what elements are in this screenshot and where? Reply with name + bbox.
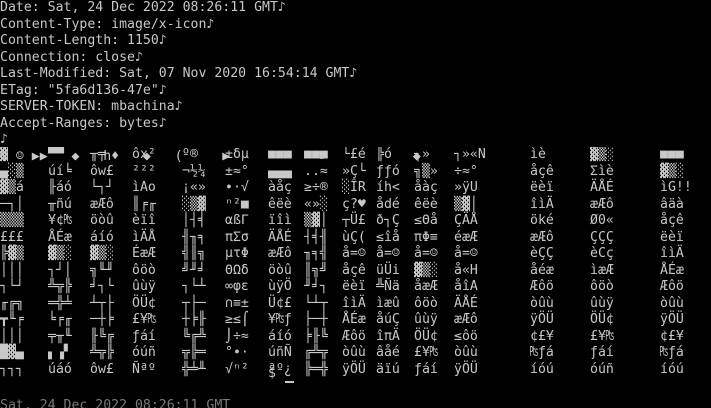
binary-column: ìè åçê ëèï îìÄ öké æÆô èÇÇ åéæ Æôö òûù ÿ… [530,147,554,377]
binary-column: ■■■ ▄▄▄ àåç êëè ïîì ÄÅÉ æÆô öòû ùÿÖ Ü¢£ … [268,147,292,377]
header-line: ETag: "5fa6d136-47e"♪ [0,82,167,98]
prompt-text: $ [268,366,284,381]
header-line: Content-Length: 1150♪ [0,33,167,48]
status-line: Sat, 24 Dec 2022 08:26:11 GMT [0,395,711,408]
binary-column: ┐»«Ñ ÷≈° »ÿU ▒▓│ ÇÄÅ éæÆ å=☺ å«H åîA ÄÅÉ… [454,147,486,377]
header-line: Last-Modified: Sat, 07 Nov 2020 16:54:14… [0,66,358,81]
binary-column: └£é »Ç└ ░ÎR ç?♥ ┬Ü£ ùÇ( å=☺ åçê ëèï îìÄ … [342,147,366,377]
header-line: SERVER-TOKEN: mbachina♪ [0,99,183,114]
binary-output: ▓ ▄░▒ ▓▒á ─┐│ ▒▒▒ £££ ╠▓▒ │││ ┐└┘ ╓╔╗ ┳╙… [0,147,711,380]
header-line: Connection: close♪ [0,49,143,65]
header-line: Content-Type: image/x-icon♪ [0,16,215,32]
text-cursor [284,380,294,383]
header-line: Accept-Ranges: bytes♪ [0,115,167,131]
binary-column: ┐» ╗▒» åàç êëè ≤Θå πΦ≡ å=☺ ▓▒░ åæÆ ôöò û… [414,147,438,377]
shell-prompt[interactable]: $ [268,366,294,383]
binary-column: ▓▒░ Σìè ÄÅÉ æÆô Ø0« ÇÇÇ èCç ìæÆ ôöò ûùÿ … [590,147,614,377]
binary-column: ôx² ²²² ìAo ║╒╓ èïî ìÄÅ ÉæÆ ôöò ûùÿ ÖÜ¢ … [132,147,156,377]
binary-column: ■■■ ▓▒░ ìG!! âäà åçê ëèï îìÄ ÅÉæ Æôö òûù… [660,147,692,377]
terminal-window[interactable]: Date: Sat, 24 Dec 2022 08:26:11 GMT♪ Con… [0,0,711,408]
binary-column: ▓ ▄░▒ ▓▒á ─┐│ ▒▒▒ £££ ╠▓▒ │││ ┐└┘ ╓╔╗ ┳╙… [0,147,24,377]
binary-column: º® ¬½¼ ¡«» ░▒▓ │┤╡ ╢╖╕ ╣║╗ ╝╜╛ ┐└┴ ┬├─ ┼… [182,147,206,377]
binary-column: ╥╤ ôw£ └┐┘ æÆô öòû áíó ▓▒░ ╗╙╜ ╛┐└ ┴┬├ ─… [90,147,114,377]
binary-column: ╠ó ƒƒó íh< ådé ð┐Ç ≤îå å=☺ üÜi ╩Ñä ìæû å… [376,147,400,377]
header-line: Date: Sat, 24 Dec 2022 08:26:11 GMT♪ [0,0,286,15]
binary-column: ▀▀ úí╘ ╟áó ╥ñú ¥¢₧ ÅÉæ ▓▒░ ┐┘│ ╩╦╠ ═╬╧ ╘… [48,147,72,377]
http-response-headers: Date: Sat, 24 Dec 2022 08:26:11 GMT♪ Con… [0,0,711,165]
binary-column: ±δµ ±≈° ∙·√ ⁿ²■ αßΓ πΣσ µτΦ ΘΩδ ∞φε ∩≡± … [225,147,249,377]
binary-column: ■■■ ..≈ ≥÷® «»░ ▒▓│ ┤╡╢ ╖╕╣ ║╗╝ ╜╛┐ └┴┬ … [304,147,328,377]
